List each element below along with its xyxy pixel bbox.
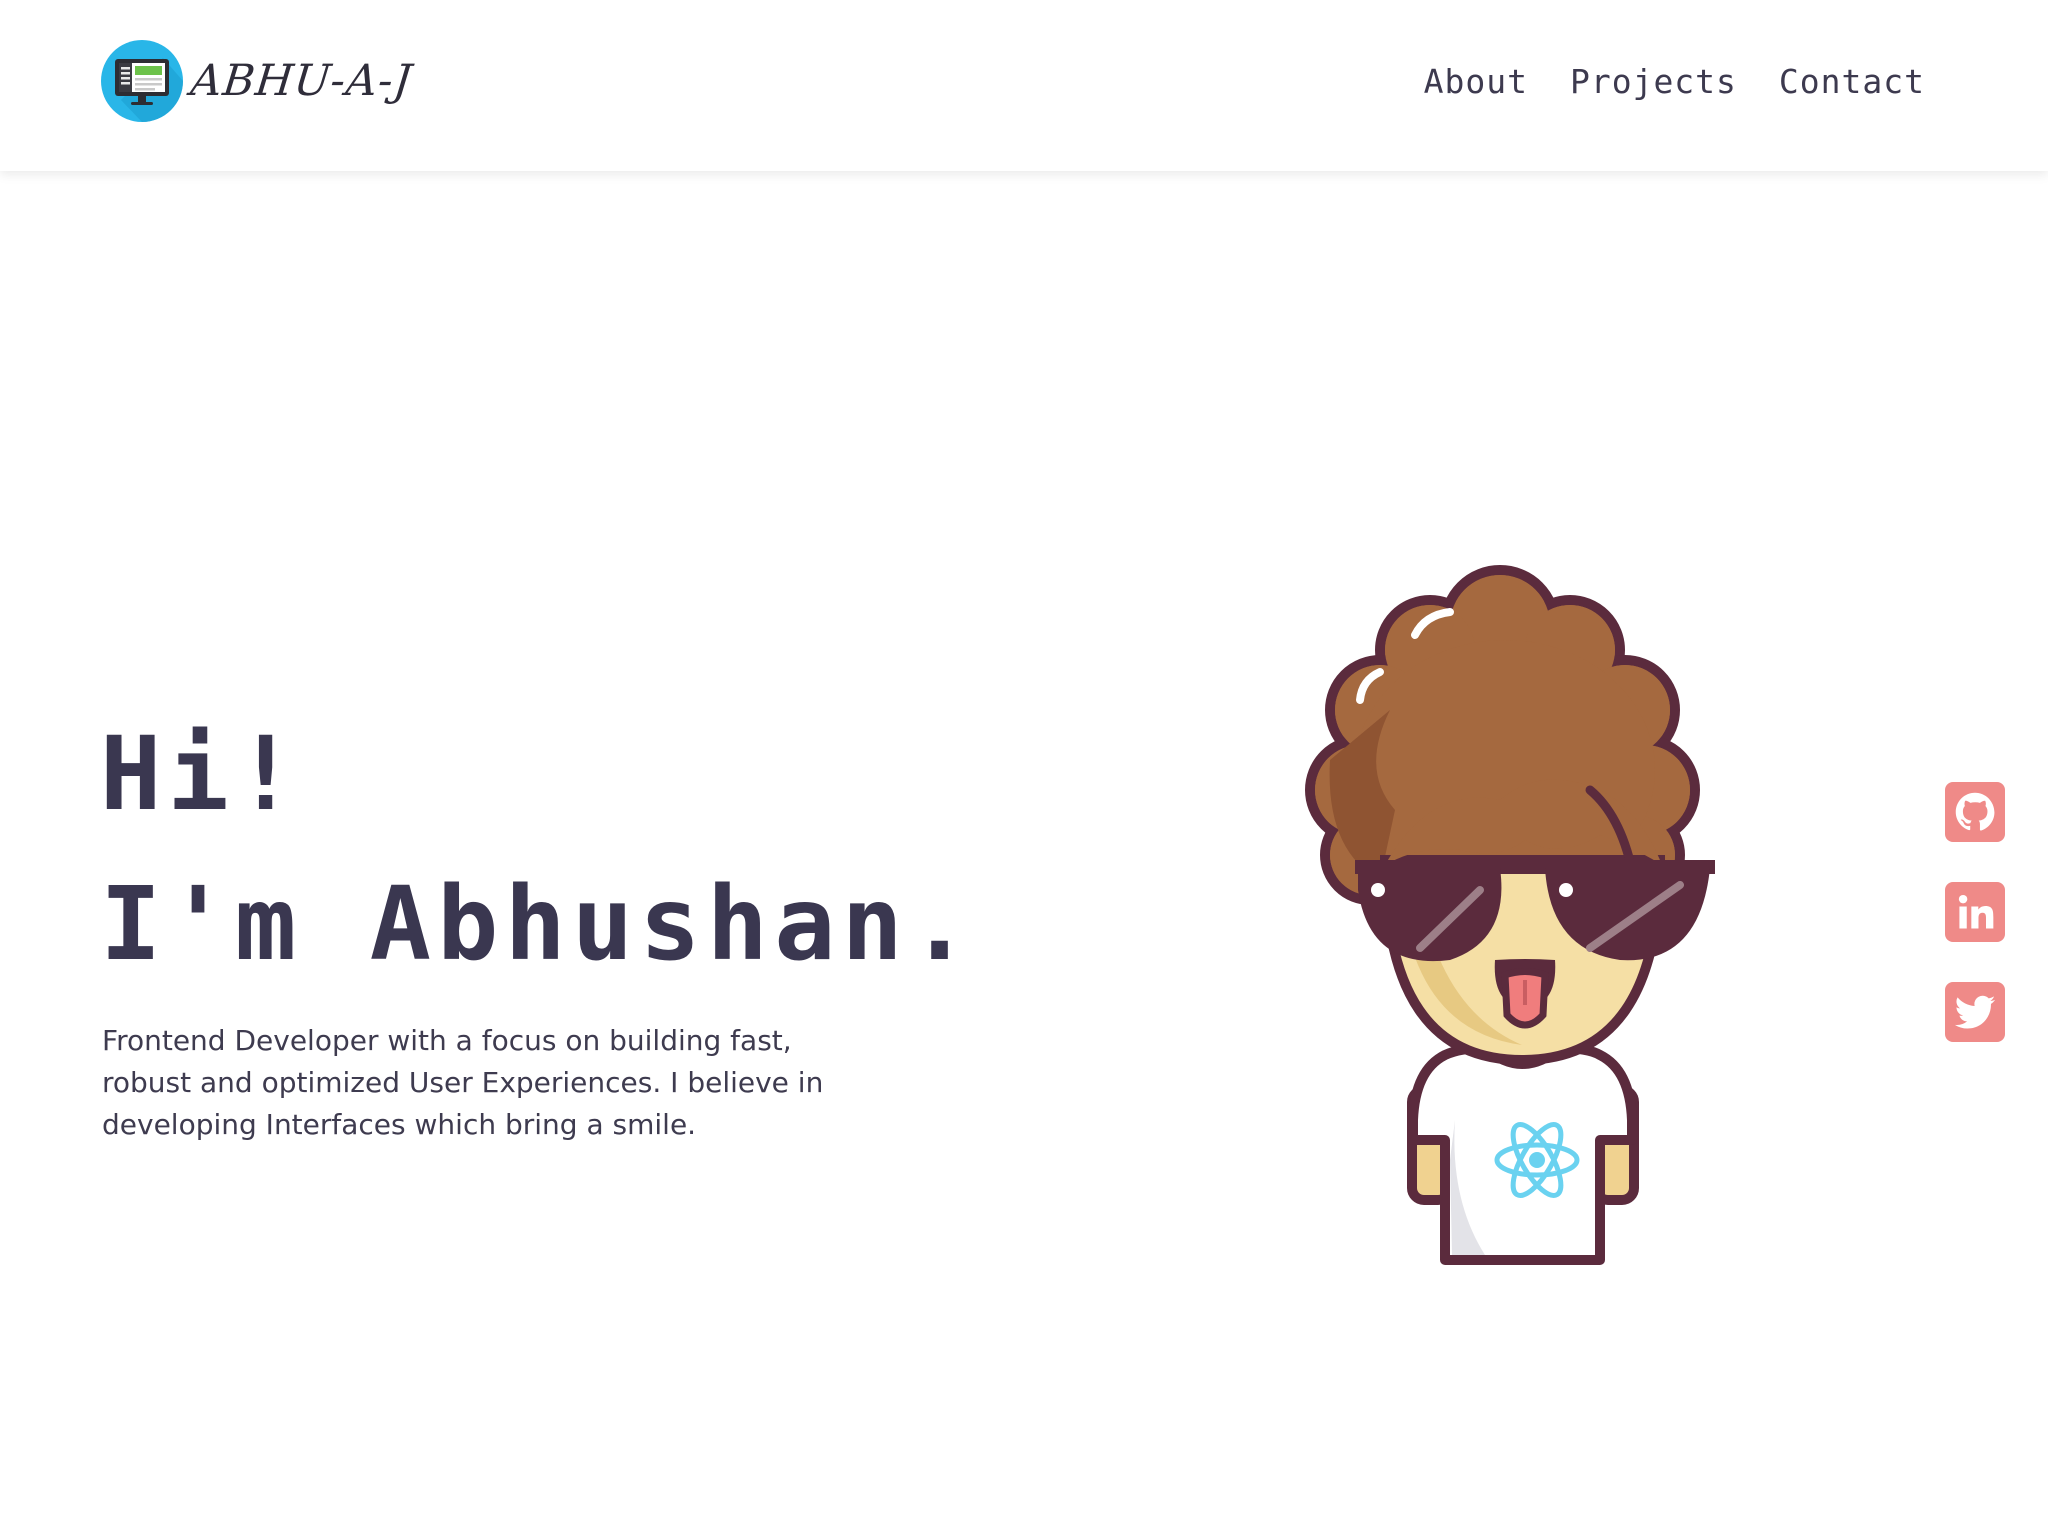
linkedin-icon	[1958, 894, 1994, 929]
logo[interactable]: ABHU-A-J	[101, 38, 415, 124]
greeting-line-name: I'm Abhushan.	[100, 865, 977, 984]
computer-screen-icon	[101, 40, 183, 122]
nav-link-about[interactable]: About	[1424, 62, 1528, 101]
main-nav: About Projects Contact	[1424, 62, 1925, 101]
github-link[interactable]	[1945, 782, 2005, 842]
social-links	[1945, 782, 2005, 1042]
nav-link-contact[interactable]: Contact	[1779, 62, 1925, 101]
nav-link-projects[interactable]: Projects	[1570, 62, 1737, 101]
developer-avatar-illustration	[1305, 565, 1715, 1265]
greeting-line-hi: Hi!	[100, 715, 303, 834]
hero-description: Frontend Developer with a focus on build…	[102, 1024, 824, 1141]
github-icon	[1955, 792, 1995, 831]
site-header: ABHU-A-J About Projects Contact	[0, 0, 2048, 171]
hero-heading: Hi! I'm Abhushan.	[100, 700, 976, 1000]
twitter-icon	[1954, 995, 1996, 1029]
twitter-link[interactable]	[1945, 982, 2005, 1042]
logo-text: ABHU-A-J	[188, 56, 415, 106]
linkedin-link[interactable]	[1945, 882, 2005, 942]
